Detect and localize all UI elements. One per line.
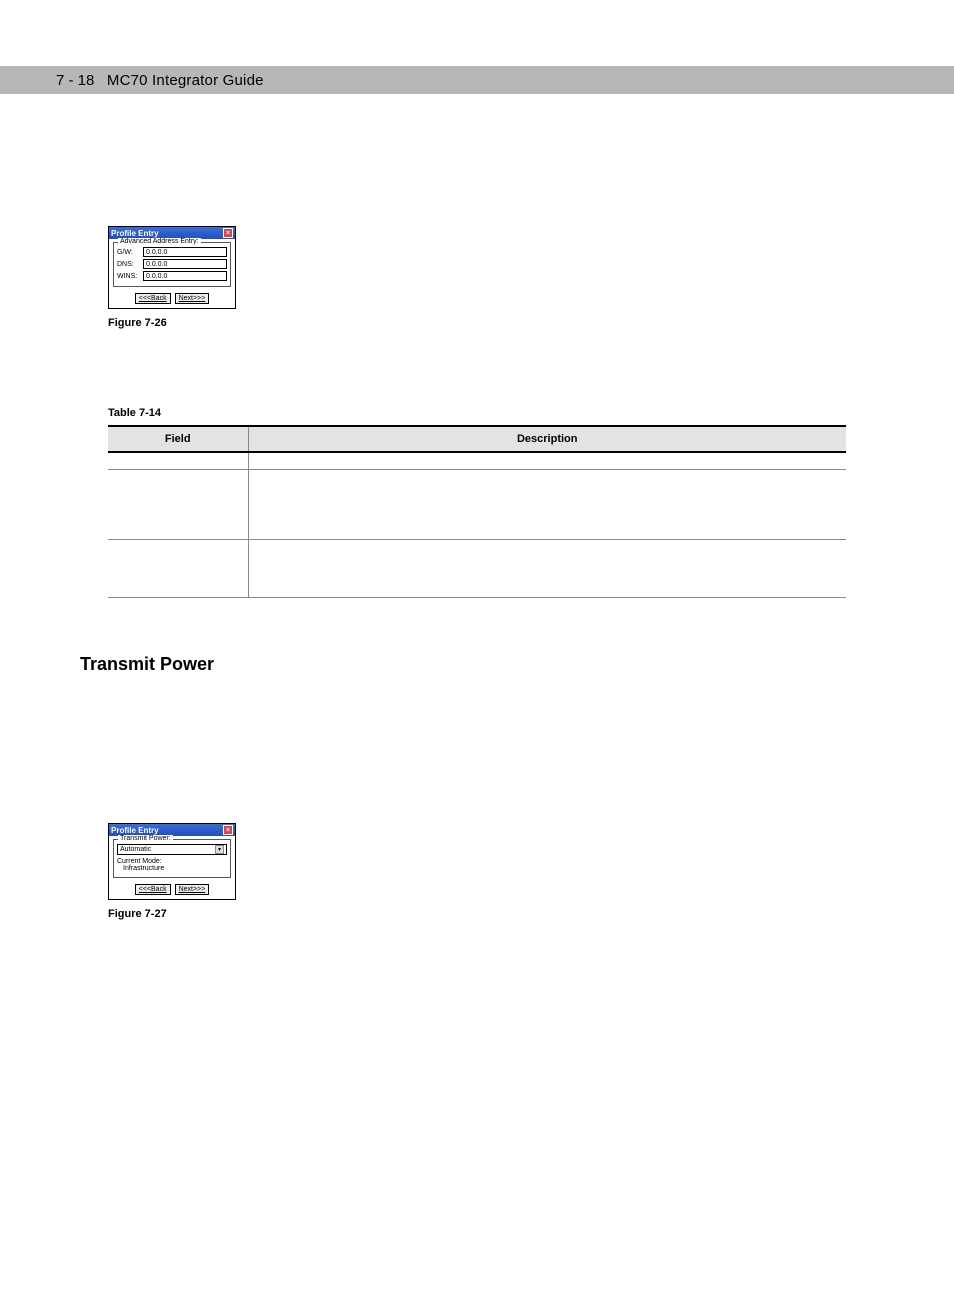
figure-7-27-label: Figure 7-27 — [108, 908, 167, 920]
table-header-row: Field Description — [108, 426, 846, 452]
dns-row: DNS: 0.0.0.0 — [117, 259, 227, 269]
close-icon: × — [223, 825, 233, 835]
table-7-14-caption: Table 7-14 — [108, 407, 846, 419]
current-mode-label: Current Mode: — [117, 858, 227, 865]
fieldset-legend: Transmit Power: — [118, 835, 173, 842]
table-row — [108, 470, 846, 540]
page-header: 7 - 18 MC70 Integrator Guide — [0, 66, 954, 94]
dropdown-value: Automatic — [120, 845, 151, 855]
transmit-power-heading: Transmit Power — [80, 654, 846, 675]
dns-input: 0.0.0.0 — [143, 259, 227, 269]
gw-row: G/W: 0.0.0.0 — [117, 247, 227, 257]
cell-description — [248, 452, 846, 470]
col-field: Field — [108, 426, 248, 452]
figure-7-27-caption: Figure 7-27 — [108, 908, 846, 920]
cell-description — [248, 470, 846, 540]
wins-input: 0.0.0.0 — [143, 271, 227, 281]
col-description: Description — [248, 426, 846, 452]
dialog-title: Profile Entry — [111, 826, 159, 835]
table-row — [108, 540, 846, 598]
table-7-14-label: Table 7-14 — [108, 407, 161, 419]
back-button: <<<Back — [135, 884, 171, 895]
gw-input: 0.0.0.0 — [143, 247, 227, 257]
transmit-power-dropdown: Automatic ▾ — [117, 844, 227, 855]
cell-field — [108, 470, 248, 540]
header-text: 7 - 18 MC70 Integrator Guide — [56, 72, 264, 89]
cell-field — [108, 540, 248, 598]
figure-7-26-caption: Figure 7-26 — [108, 317, 846, 329]
gw-label: G/W: — [117, 249, 143, 256]
dialog-title: Profile Entry — [111, 229, 159, 238]
wins-label: WINS: — [117, 273, 143, 280]
figure-7-26-label: Figure 7-26 — [108, 317, 167, 329]
back-button: <<<Back — [135, 293, 171, 304]
page-number: 7 - 18 — [56, 72, 94, 89]
profile-entry-dialog-1: Profile Entry × Advanced Address Entry: … — [108, 226, 236, 309]
next-button: Next>>> — [175, 293, 210, 304]
cell-description — [248, 540, 846, 598]
table-row — [108, 452, 846, 470]
close-icon: × — [223, 228, 233, 238]
dns-label: DNS: — [117, 261, 143, 268]
cell-field — [108, 452, 248, 470]
current-mode-value: Infrastructure — [117, 865, 227, 872]
next-button: Next>>> — [175, 884, 210, 895]
profile-entry-dialog-2: Profile Entry × Transmit Power: Automati… — [108, 823, 236, 900]
wins-row: WINS: 0.0.0.0 — [117, 271, 227, 281]
fields-table: Field Description — [108, 425, 846, 598]
chevron-down-icon: ▾ — [215, 845, 224, 854]
fieldset-legend: Advanced Address Entry: — [118, 238, 201, 245]
guide-title: MC70 Integrator Guide — [107, 72, 264, 89]
